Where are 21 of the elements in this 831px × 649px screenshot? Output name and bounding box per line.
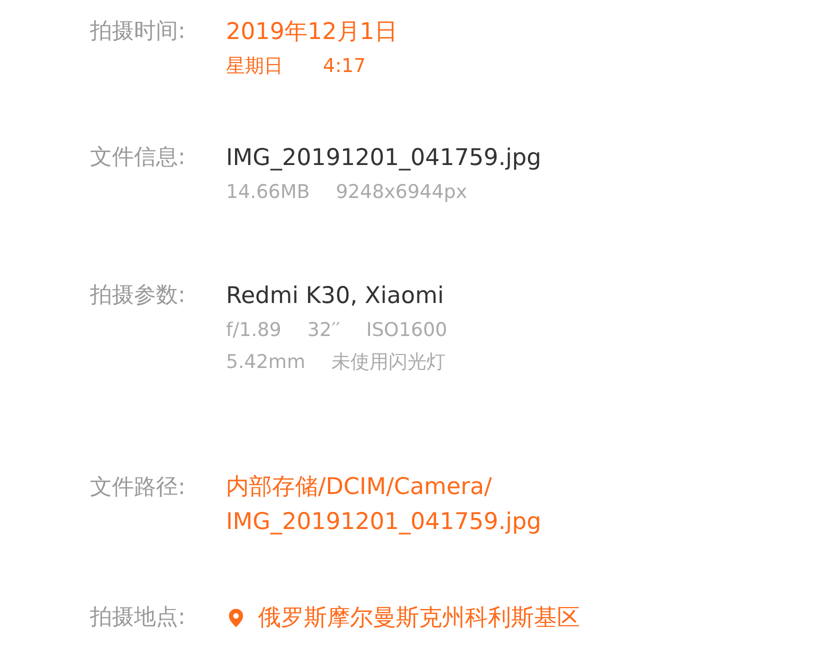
field-detail: 未使用闪光灯 — [331, 350, 446, 375]
field-detail: ISO1600 — [366, 318, 448, 343]
field-value: Redmi K30, Xiaomi — [226, 282, 444, 311]
field-detail: 星期日 — [226, 54, 283, 79]
location-link[interactable]: 俄罗斯摩尔曼斯克州科利斯基区 — [258, 600, 580, 636]
field-label: 拍摄参数: — [90, 282, 186, 310]
field-detail: f/1.89 — [226, 318, 282, 343]
field-detail: 4:17 — [323, 54, 366, 79]
field-detail: 14.66MB — [226, 180, 310, 205]
location-pin-icon — [226, 606, 246, 630]
field-value: IMG_20191201_041759.jpg — [226, 144, 542, 173]
field-label: 文件路径: — [90, 474, 186, 502]
file-path-link[interactable]: IMG_20191201_041759.jpg — [226, 505, 542, 540]
field-value: 2019年12月1日 — [226, 18, 398, 47]
field-label: 拍摄地点: — [90, 604, 186, 632]
field-detail: 5.42mm — [226, 350, 306, 375]
field-label: 文件信息: — [90, 144, 186, 172]
field-detail: 32′′ — [307, 318, 340, 343]
field-detail: 9248x6944px — [336, 180, 468, 205]
file-path-link[interactable]: 内部存储/DCIM/Camera/ — [226, 470, 492, 505]
field-label: 拍摄时间: — [90, 18, 186, 46]
